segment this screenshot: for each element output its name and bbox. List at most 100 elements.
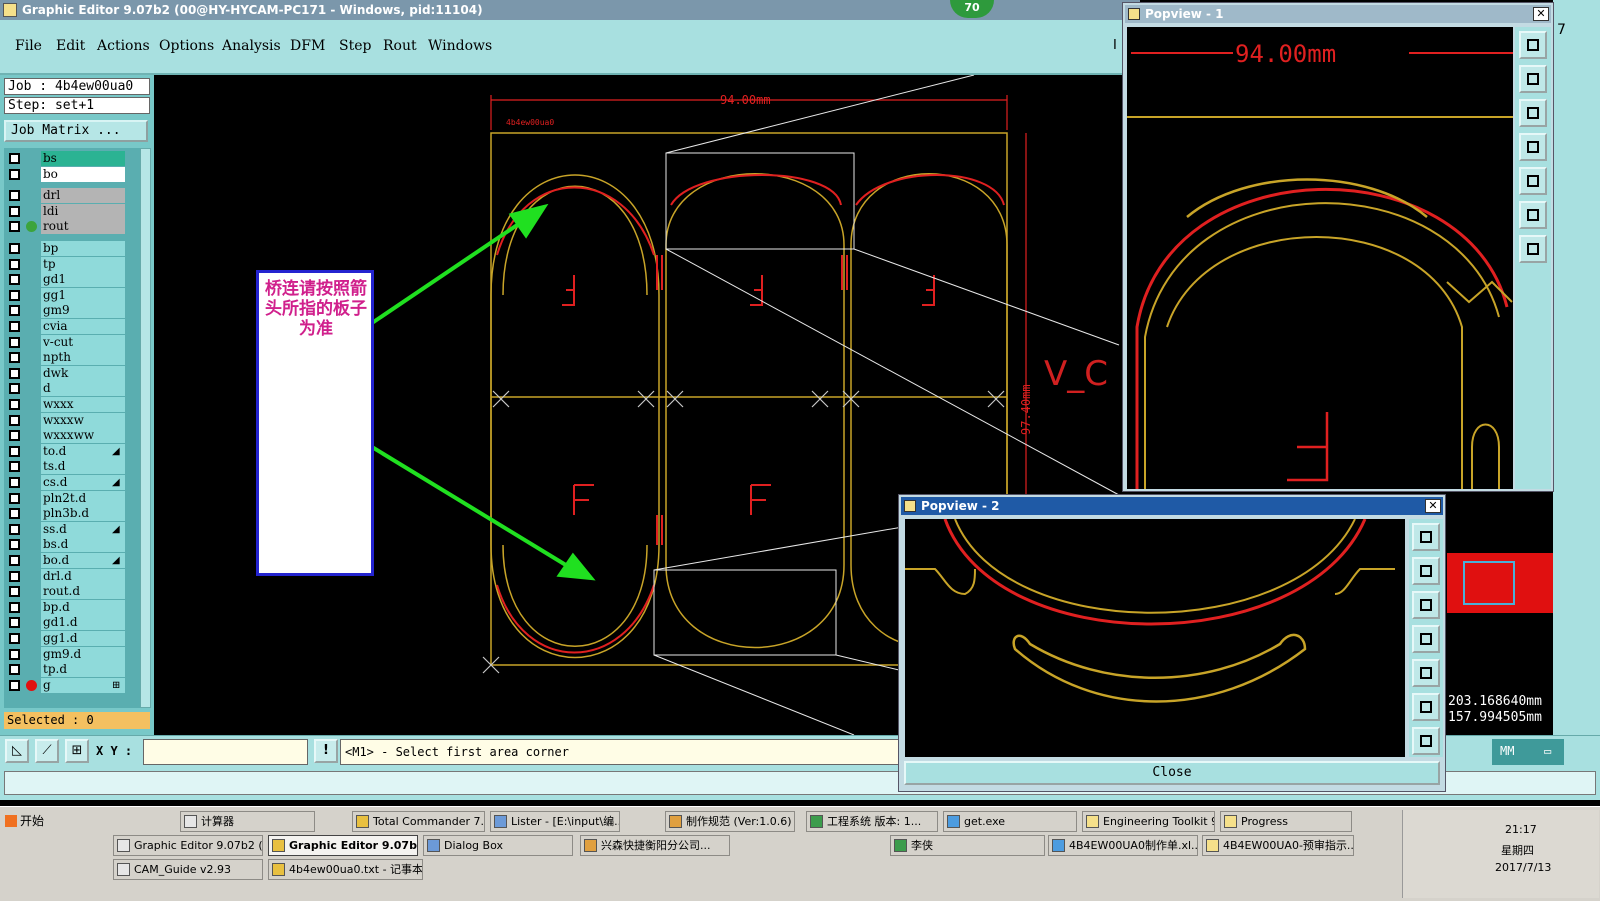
layer-name[interactable]: gg1.d [41, 631, 125, 646]
layer-name[interactable]: bp [41, 241, 125, 256]
layer-checkbox[interactable] [9, 383, 20, 395]
taskbar-button[interactable]: Graphic Editor 9.07b2 (0... [113, 835, 263, 856]
taskbar-button[interactable]: 制作规范 (Ver:1.0.6) [665, 811, 795, 832]
popview-2-tool-5[interactable] [1412, 659, 1440, 687]
layer-row-bs-d[interactable]: bs.d [4, 537, 140, 553]
layer-checkbox[interactable] [9, 633, 20, 644]
tool-grid-button[interactable]: ⊞ [65, 739, 89, 763]
layer-row-tp[interactable]: tp [4, 256, 140, 272]
popview-1-tool-5[interactable] [1519, 167, 1547, 195]
menu-actions[interactable]: Actions [97, 38, 150, 54]
step-name-field[interactable]: Step: set+1 [4, 97, 150, 114]
layer-row-wxxxw[interactable]: wxxxw [4, 412, 140, 428]
layer-name[interactable]: bs.d [41, 537, 125, 553]
layer-name[interactable]: pln2t.d [41, 490, 125, 506]
layer-checkbox[interactable] [9, 258, 20, 270]
menu-analysis[interactable]: Analysis [222, 38, 281, 54]
layer-name[interactable]: gm9 [41, 303, 125, 319]
layer-checkbox[interactable] [9, 492, 20, 504]
layer-checkbox[interactable] [9, 445, 20, 457]
layer-checkbox[interactable] [9, 601, 20, 613]
layer-row-pln3b-d[interactable]: pln3b.d [4, 506, 140, 522]
xy-input[interactable] [143, 739, 308, 765]
menu-file[interactable]: File [15, 38, 42, 54]
units-selector[interactable]: MM ▭ [1492, 739, 1564, 765]
job-name-field[interactable]: Job : 4b4ew00ua0 [4, 78, 150, 95]
layer-name[interactable]: gd1.d [41, 615, 125, 631]
layer-name[interactable]: dwk [41, 365, 125, 381]
tool-snap-button[interactable]: ◺ [5, 739, 29, 763]
layer-row-tp-d[interactable]: tp.d [4, 662, 140, 678]
layer-name[interactable]: drl [41, 188, 125, 204]
layer-checkbox[interactable] [9, 617, 20, 629]
layer-row-wxxxww[interactable]: wxxxww [4, 428, 140, 444]
layer-checkbox[interactable] [9, 289, 20, 301]
layer-name[interactable]: wxxxww [41, 428, 125, 444]
layer-name[interactable]: ldi [41, 203, 125, 219]
layer-checkbox[interactable] [9, 243, 20, 254]
layer-row-gg1-d[interactable]: gg1.d [4, 631, 140, 646]
layer-checkbox[interactable] [9, 153, 20, 164]
taskbar-button[interactable]: 4B4EW00UA0-预审指示... [1202, 835, 1354, 856]
layer-name[interactable]: wxxx [41, 397, 125, 412]
popview-1-tool-1[interactable] [1519, 31, 1547, 59]
layer-name[interactable]: rout.d [41, 584, 125, 600]
menu-dfm[interactable]: DFM [290, 38, 325, 54]
layer-row-gm9-d[interactable]: gm9.d [4, 646, 140, 662]
start-button[interactable]: 开始 [2, 810, 50, 832]
layer-name[interactable]: gd1 [41, 272, 125, 288]
layer-row-drl[interactable]: drl [4, 188, 140, 204]
layer-checkbox[interactable] [9, 205, 20, 217]
layer-name[interactable]: pln3b.d [41, 506, 125, 522]
popview-1-tool-6[interactable] [1519, 201, 1547, 229]
taskbar-button[interactable]: get.exe [943, 811, 1077, 832]
taskbar-button[interactable]: Total Commander 7.... [352, 811, 485, 832]
popview-1-tool-4[interactable] [1519, 133, 1547, 161]
menu-windows[interactable]: Windows [428, 38, 492, 54]
layer-checkbox[interactable] [9, 570, 20, 582]
taskbar-button[interactable]: 4B4EW00UA0制作单.xl... [1048, 835, 1198, 856]
layer-name[interactable]: v-cut [41, 334, 125, 350]
layer-row-ts-d[interactable]: ts.d [4, 459, 140, 475]
layer-row-to-d[interactable]: to.d ◢ [4, 443, 140, 459]
layer-row-bp-d[interactable]: bp.d [4, 599, 140, 615]
popview-2-tool-7[interactable] [1412, 727, 1440, 755]
taskbar-button[interactable]: Progress [1220, 811, 1352, 832]
layer-row-gd1[interactable]: gd1 [4, 272, 140, 288]
layer-checkbox[interactable] [9, 523, 20, 535]
menu-options[interactable]: Options [159, 38, 214, 54]
popview-2-tool-1[interactable] [1412, 523, 1440, 551]
layer-row-ldi[interactable]: ldi [4, 203, 140, 219]
layer-name[interactable]: cvia [41, 319, 125, 334]
alert-button[interactable]: ! [314, 739, 338, 763]
layer-row-drl-d[interactable]: drl.d [4, 568, 140, 584]
layer-checkbox[interactable] [9, 221, 20, 233]
taskbar-button[interactable]: 兴森快捷衡阳分公司... [580, 835, 730, 856]
layer-row-wxxx[interactable]: wxxx [4, 397, 140, 412]
taskbar-button[interactable]: Lister - [E:\input\编... [490, 811, 620, 832]
taskbar-button[interactable]: Engineering Toolkit 9... [1082, 811, 1215, 832]
layer-row-bp[interactable]: bp [4, 241, 140, 256]
layer-checkbox[interactable] [9, 648, 20, 660]
layer-checkbox[interactable] [9, 679, 20, 691]
taskbar-button[interactable]: 李侠 [890, 835, 1045, 856]
panel-thumbnail[interactable] [1447, 553, 1553, 613]
layer-row-rout-d[interactable]: rout.d [4, 584, 140, 600]
layer-row-gd1-d[interactable]: gd1.d [4, 615, 140, 631]
layer-row-bs[interactable]: bs [4, 151, 140, 166]
layer-row-pln2t-d[interactable]: pln2t.d [4, 490, 140, 506]
layer-name[interactable]: d [41, 381, 125, 397]
layer-name[interactable]: bo [41, 166, 125, 182]
layer-checkbox[interactable] [9, 414, 20, 426]
popview-2-close-button[interactable]: Close [904, 761, 1440, 785]
layer-name[interactable]: bs [41, 151, 125, 166]
layer-name[interactable]: npth [41, 350, 125, 366]
layer-checkbox[interactable] [9, 336, 20, 348]
layer-row-g[interactable]: g ⊞ [4, 677, 140, 693]
popview-2-close-icon[interactable]: ✕ [1425, 499, 1441, 513]
menu-rout[interactable]: Rout [383, 38, 417, 54]
layer-checkbox[interactable] [9, 477, 20, 488]
layer-row-npth[interactable]: npth [4, 350, 140, 366]
popview-1-close-button[interactable]: ✕ [1533, 7, 1549, 21]
layer-name[interactable]: rout [41, 219, 125, 235]
